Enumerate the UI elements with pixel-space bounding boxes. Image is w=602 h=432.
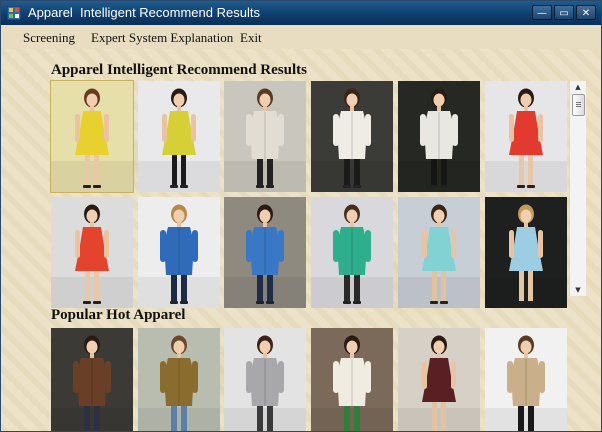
recommend-apparel-image[interactable]: [50, 80, 134, 193]
maximize-button[interactable]: ▭: [554, 5, 574, 20]
close-button[interactable]: ✕: [576, 5, 596, 20]
recommend-apparel-image[interactable]: [138, 81, 220, 192]
popular-apparel-title: Popular Hot Apparel: [51, 307, 186, 323]
app-window: Apparel Intelligent Recommend Results — …: [0, 0, 602, 432]
app-icon: [6, 5, 22, 21]
scrollbar-thumb[interactable]: [572, 94, 585, 116]
recommend-apparel-image[interactable]: [485, 197, 567, 308]
recommend-apparel-image[interactable]: [224, 197, 306, 308]
menu-item-screening[interactable]: Screening: [23, 30, 75, 46]
popular-apparel-image[interactable]: [224, 328, 306, 431]
recommend-apparel-image[interactable]: [51, 197, 133, 308]
popular-apparel-image[interactable]: [311, 328, 393, 431]
popular-apparel-image[interactable]: [485, 328, 567, 431]
recommend-apparel-image[interactable]: [311, 81, 393, 192]
title-bar[interactable]: Apparel Intelligent Recommend Results — …: [1, 1, 601, 25]
scroll-down-arrow-icon[interactable]: ▼: [570, 284, 586, 296]
popular-apparel-image[interactable]: [51, 328, 133, 431]
window-title: Apparel Intelligent Recommend Results: [28, 5, 260, 20]
minimize-button[interactable]: —: [532, 5, 552, 20]
recommend-scrollbar[interactable]: ▲ ▼: [569, 81, 586, 296]
recommend-apparel-image[interactable]: [224, 81, 306, 192]
popular-apparel-image[interactable]: [398, 328, 480, 431]
popular-apparel-image[interactable]: [138, 328, 220, 431]
recommend-apparel-image[interactable]: [485, 81, 567, 192]
recommend-apparel-image[interactable]: [138, 197, 220, 308]
recommend-apparel-image[interactable]: [398, 197, 480, 308]
menu-item-expert-system-explanation[interactable]: Expert System Explanation: [91, 30, 233, 46]
menu-item-exit[interactable]: Exit: [240, 30, 262, 46]
menu-bar: Screening Expert System Explanation Exit: [1, 25, 601, 49]
recommend-apparel-image[interactable]: [398, 81, 480, 192]
recommend-results-title: Apparel Intelligent Recommend Results: [51, 62, 307, 78]
scroll-up-arrow-icon[interactable]: ▲: [570, 81, 586, 93]
recommend-apparel-image[interactable]: [311, 197, 393, 308]
